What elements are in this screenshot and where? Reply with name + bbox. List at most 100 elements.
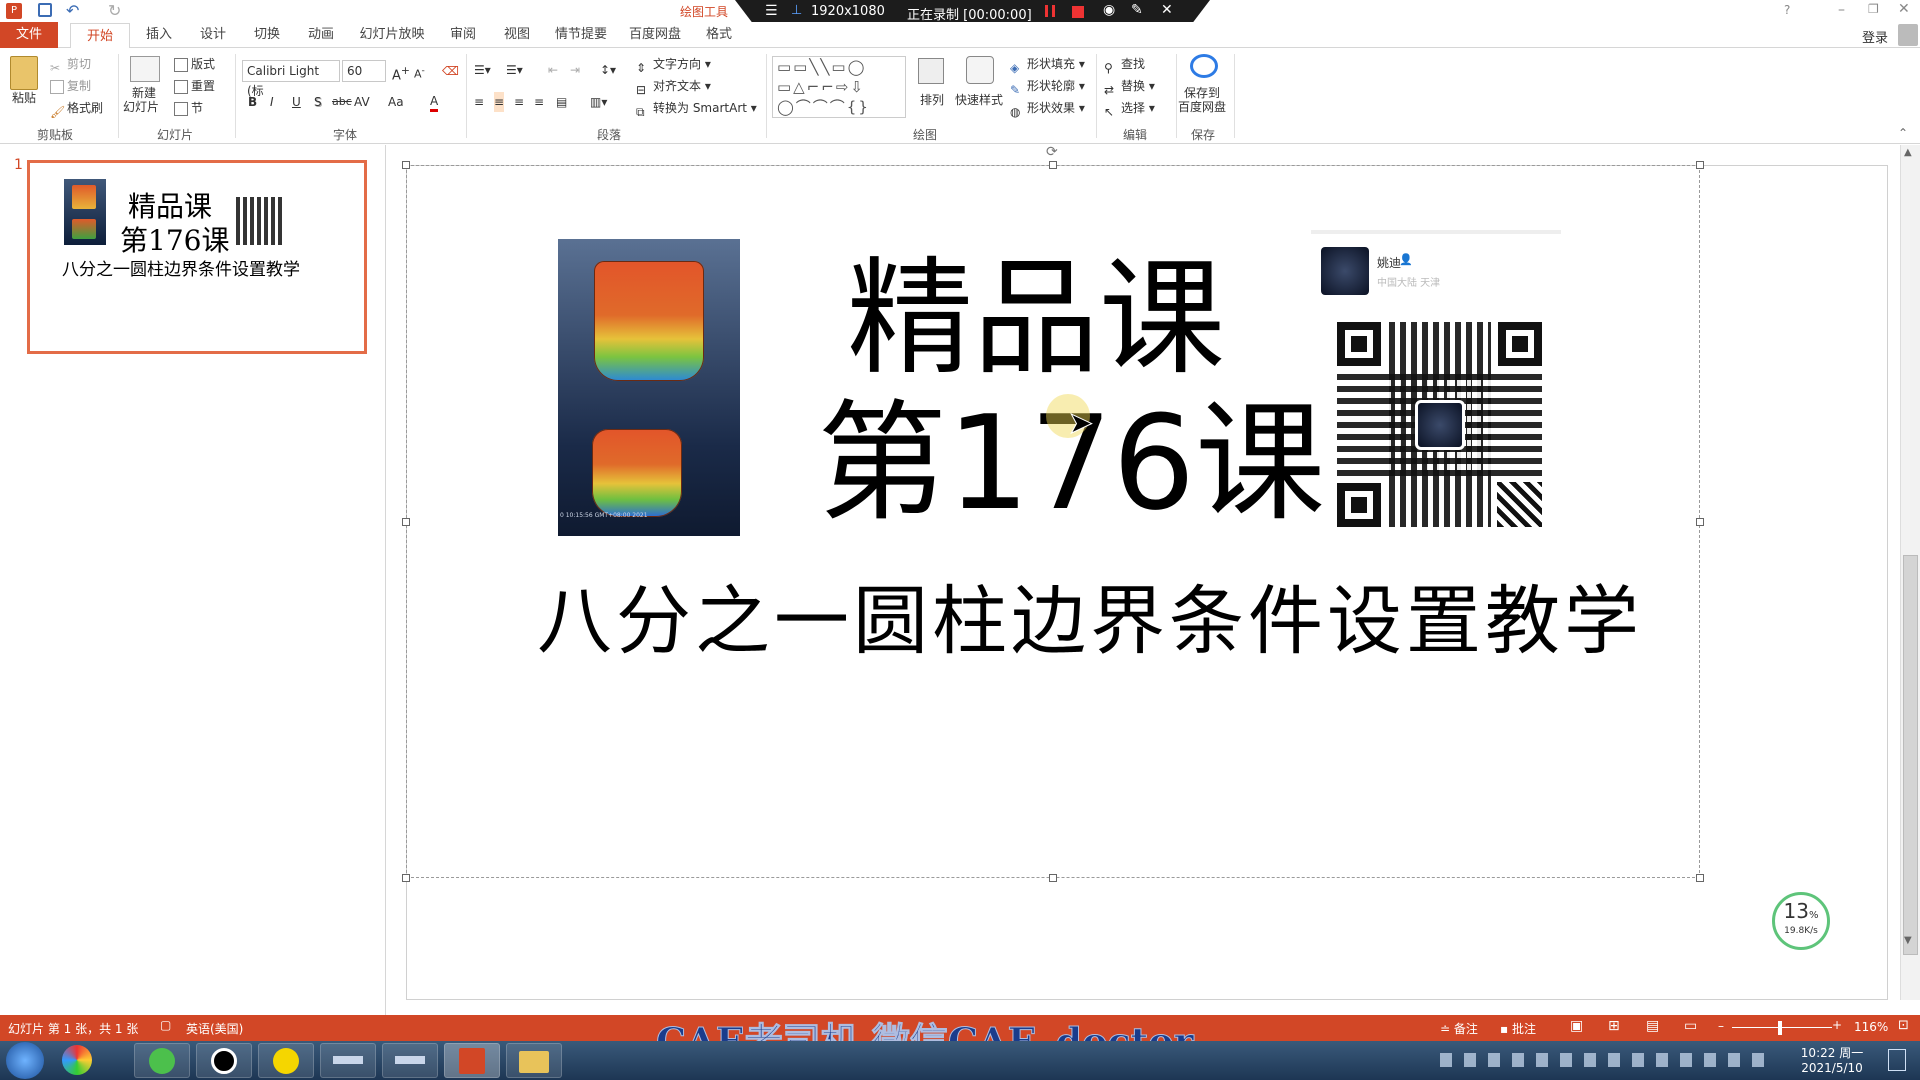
normal-view-icon[interactable]: ▣	[1570, 1018, 1583, 1034]
tab-format[interactable]: 格式	[694, 22, 744, 48]
numbering-icon[interactable]: ☰▾	[506, 60, 523, 80]
bold-button[interactable]: B	[248, 92, 257, 112]
comments-button[interactable]: ▪ 批注	[1500, 1020, 1536, 1037]
align-text-button[interactable]: ⊟ 对齐文本 ▾	[636, 76, 711, 97]
new-slide-icon[interactable]	[130, 56, 160, 82]
clock-date[interactable]: 2021/5/10	[1788, 1061, 1876, 1075]
scroll-down-icon[interactable]: ▼	[1904, 935, 1912, 946]
pen-icon[interactable]: ✎	[1131, 2, 1143, 18]
quick-styles-button[interactable]: 快速样式	[955, 90, 1003, 110]
save-icon[interactable]	[38, 3, 52, 17]
tab-view[interactable]: 视图	[492, 22, 542, 48]
cut-button[interactable]: ✂ 剪切	[50, 54, 91, 75]
redo-icon[interactable]: ↻	[108, 1, 121, 20]
help-icon[interactable]: ?	[1784, 3, 1790, 17]
tab-review[interactable]: 审阅	[438, 22, 488, 48]
sorter-view-icon[interactable]: ⊞	[1608, 1018, 1620, 1034]
system-tray-icons[interactable]	[1440, 1053, 1770, 1067]
save-baidu-line2[interactable]: 百度网盘	[1178, 100, 1226, 114]
shape-fill-button[interactable]: ◈ 形状填充 ▾	[1010, 54, 1085, 75]
line-spacing-icon[interactable]: ↕▾	[600, 60, 616, 80]
decrease-indent-icon[interactable]: ⇤	[548, 60, 558, 80]
login-link[interactable]: 登录	[1862, 27, 1888, 46]
language-status[interactable]: 英语(美国)	[186, 1020, 243, 1037]
notification-icon[interactable]	[1888, 1049, 1906, 1071]
zoom-level[interactable]: 116%	[1854, 1020, 1888, 1034]
taskbar-powerpoint[interactable]	[444, 1043, 500, 1078]
new-slide-label[interactable]: 新建	[132, 86, 156, 100]
reading-view-icon[interactable]: ▤	[1646, 1018, 1659, 1034]
taskbar-app-4[interactable]	[320, 1043, 376, 1078]
notes-button[interactable]: ≐ 备注	[1440, 1020, 1478, 1037]
italic-button[interactable]: I	[270, 92, 274, 112]
scroll-up-icon[interactable]: ▲	[1904, 147, 1912, 158]
align-center-icon[interactable]: ≡	[494, 92, 505, 112]
align-left-icon[interactable]: ≡	[474, 92, 484, 112]
slideshow-view-icon[interactable]: ▭	[1684, 1018, 1697, 1034]
font-color-button[interactable]: A	[430, 92, 439, 112]
paste-button[interactable]: 粘贴	[12, 88, 36, 108]
tab-baidu[interactable]: 百度网盘	[620, 22, 690, 48]
zoom-out-icon[interactable]: –	[1718, 1019, 1724, 1033]
resize-handle[interactable]	[1049, 161, 1057, 169]
quick-styles-icon[interactable]	[966, 56, 994, 84]
paste-icon[interactable]	[10, 56, 38, 90]
fit-slide-icon[interactable]: ⊡	[1898, 1018, 1909, 1033]
resize-handle[interactable]	[402, 518, 410, 526]
section-button[interactable]: 节	[174, 98, 203, 118]
zoom-slider[interactable]	[1732, 1027, 1832, 1028]
menu-icon[interactable]: ☰	[765, 3, 778, 19]
tab-home[interactable]: 开始	[70, 23, 130, 49]
minimize-icon[interactable]: –	[1838, 2, 1845, 18]
tab-insert[interactable]: 插入	[134, 22, 184, 48]
taskbar-app-1[interactable]	[134, 1043, 190, 1078]
zoom-thumb[interactable]	[1778, 1021, 1782, 1035]
tab-storyboard[interactable]: 情节提要	[546, 22, 616, 48]
collapse-ribbon-icon[interactable]: ⌃	[1898, 126, 1908, 140]
browser-icon[interactable]	[62, 1045, 92, 1075]
copy-button[interactable]: 复制	[50, 76, 91, 96]
spellcheck-icon[interactable]: ▢	[160, 1018, 171, 1032]
camera-icon[interactable]: ◉	[1103, 2, 1115, 18]
close-recorder-icon[interactable]: ✕	[1161, 2, 1173, 18]
shape-outline-button[interactable]: ✎ 形状轮廓 ▾	[1010, 76, 1085, 97]
font-name-dropdown[interactable]: Calibri Light (标	[242, 60, 340, 98]
stop-icon[interactable]	[1072, 6, 1084, 18]
rotate-handle-icon[interactable]: ⟳	[1046, 144, 1058, 160]
avatar[interactable]	[1898, 24, 1918, 46]
format-painter-button[interactable]: 🖌 格式刷	[50, 98, 103, 119]
text-direction-button[interactable]: ⇕ 文字方向 ▾	[636, 54, 711, 75]
tab-slideshow[interactable]: 幻灯片放映	[350, 22, 434, 48]
taskbar-recorder[interactable]	[196, 1043, 252, 1078]
taskbar-app-3[interactable]	[258, 1043, 314, 1078]
shadow-button[interactable]: S	[314, 92, 322, 112]
save-baidu-line1[interactable]: 保存到	[1184, 86, 1220, 100]
bullets-icon[interactable]: ☰▾	[474, 60, 491, 80]
tab-file[interactable]: 文件	[0, 22, 58, 48]
slide-thumbnail[interactable]: 精品课 第176课 八分之一圆柱边界条件设置教学	[27, 160, 367, 354]
clock-time[interactable]: 10:22 周一	[1788, 1044, 1876, 1061]
arrange-icon[interactable]	[918, 58, 944, 84]
tab-transitions[interactable]: 切换	[242, 22, 292, 48]
vertical-scrollbar[interactable]: ▲ ▼	[1900, 145, 1920, 1000]
grow-font-icon[interactable]: A+	[392, 61, 410, 83]
replace-button[interactable]: ⇄ 替换 ▾	[1104, 76, 1155, 97]
start-button-icon[interactable]	[6, 1042, 44, 1079]
find-button[interactable]: ⚲ 查找	[1104, 54, 1145, 75]
underline-button[interactable]: U	[292, 92, 301, 112]
taskbar-app-5[interactable]	[382, 1043, 438, 1078]
justify-icon[interactable]: ≡	[534, 92, 544, 112]
columns-icon[interactable]: ▥▾	[590, 92, 607, 112]
close-icon[interactable]: ✕	[1898, 1, 1910, 17]
resize-handle[interactable]	[1696, 161, 1704, 169]
shapes-gallery[interactable]: ▭▭╲╲▭◯ ▭△⌐⌐⇨⇩ ◯⌒⌒⌒{}	[772, 56, 906, 118]
clear-format-icon[interactable]: ⌫	[442, 61, 459, 81]
pin-icon[interactable]: ⊥	[791, 3, 802, 18]
baidu-cloud-icon[interactable]	[1190, 54, 1218, 78]
resize-handle[interactable]	[1696, 874, 1704, 882]
resize-handle[interactable]	[1049, 874, 1057, 882]
distributed-icon[interactable]: ▤	[556, 92, 567, 112]
char-spacing-button[interactable]: AV	[354, 92, 370, 112]
reset-button[interactable]: 重置	[174, 76, 215, 96]
arrange-button[interactable]: 排列	[920, 90, 944, 110]
